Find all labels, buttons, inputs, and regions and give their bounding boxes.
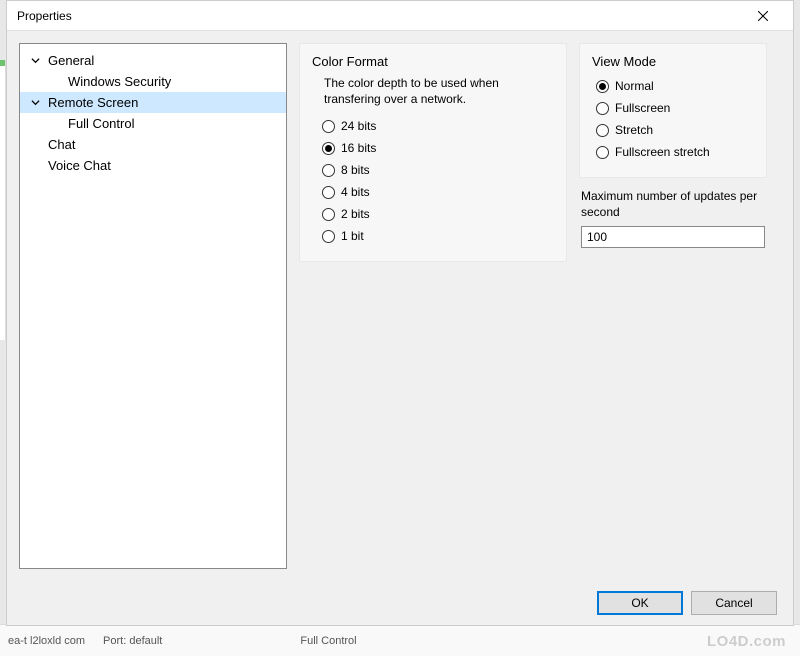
window-title: Properties <box>17 9 72 23</box>
radio-icon <box>596 146 609 159</box>
color-format-option-16-bits[interactable]: 16 bits <box>312 137 554 159</box>
color-format-option-24-bits[interactable]: 24 bits <box>312 115 554 137</box>
nav-tree: General Windows Security Remote Screen Full… <box>19 43 287 569</box>
cancel-button[interactable]: Cancel <box>691 591 777 615</box>
radio-label: Stretch <box>615 123 653 137</box>
tree-item-chat[interactable]: Chat <box>20 134 286 155</box>
radio-icon <box>322 142 335 155</box>
tree-item-full-control[interactable]: Full Control <box>20 113 286 134</box>
radio-label: Normal <box>615 79 654 93</box>
button-bar: OK Cancel <box>7 581 793 625</box>
ok-button[interactable]: OK <box>597 591 683 615</box>
tree-item-label: Voice Chat <box>42 158 111 173</box>
radio-icon <box>322 164 335 177</box>
color-format-title: Color Format <box>312 54 554 69</box>
radio-label: Fullscreen <box>615 101 670 115</box>
color-format-description: The color depth to be used when transfer… <box>324 75 524 107</box>
color-format-option-8-bits[interactable]: 8 bits <box>312 159 554 181</box>
color-format-option-1-bit[interactable]: 1 bit <box>312 225 554 247</box>
radio-label: 16 bits <box>341 141 376 155</box>
radio-label: 2 bits <box>341 207 370 221</box>
watermark: LO4D.com <box>707 633 786 650</box>
radio-icon <box>322 208 335 221</box>
close-button[interactable] <box>743 2 783 30</box>
tree-item-voice-chat[interactable]: Voice Chat <box>20 155 286 176</box>
radio-icon <box>596 124 609 137</box>
radio-icon <box>322 186 335 199</box>
radio-label: 1 bit <box>341 229 364 243</box>
expander-icon <box>28 56 42 65</box>
titlebar: Properties <box>7 1 793 31</box>
view-mode-option-stretch[interactable]: Stretch <box>592 119 754 141</box>
radio-icon <box>322 230 335 243</box>
bg-status-mode: Full Control <box>300 635 356 647</box>
radio-label: Fullscreen stretch <box>615 145 710 159</box>
tree-item-label: Windows Security <box>64 74 171 89</box>
radio-icon <box>596 102 609 115</box>
view-mode-group: View Mode Normal Fullscreen Stretch Fullscr… <box>579 43 767 178</box>
view-mode-option-fullscreen-stretch[interactable]: Fullscreen stretch <box>592 141 754 163</box>
max-updates-label: Maximum number of updates per second <box>581 188 765 220</box>
settings-pane: Color Format The color depth to be used … <box>299 43 781 569</box>
view-mode-option-normal[interactable]: Normal <box>592 75 754 97</box>
background-status-bar: ea-t l2loxld com Port: default Full Cont… <box>0 624 800 656</box>
right-column: View Mode Normal Fullscreen Stretch Fullscr… <box>579 43 767 248</box>
radio-icon <box>596 80 609 93</box>
tree-item-windows-security[interactable]: Windows Security <box>20 71 286 92</box>
tree-item-label: General <box>42 53 94 68</box>
properties-dialog: Properties General Windows Security Remote… <box>6 0 794 626</box>
max-updates-input[interactable] <box>581 226 765 248</box>
color-format-option-4-bits[interactable]: 4 bits <box>312 181 554 203</box>
radio-label: 4 bits <box>341 185 370 199</box>
radio-icon <box>322 120 335 133</box>
tree-item-remote-screen[interactable]: Remote Screen <box>20 92 286 113</box>
tree-item-label: Chat <box>42 137 75 152</box>
close-icon <box>758 11 768 21</box>
content-area: General Windows Security Remote Screen Full… <box>7 31 793 581</box>
max-updates-section: Maximum number of updates per second <box>579 188 767 248</box>
bg-status-port: Port: default <box>103 635 162 647</box>
expander-icon <box>28 98 42 107</box>
color-format-group: Color Format The color depth to be used … <box>299 43 567 262</box>
view-mode-option-fullscreen[interactable]: Fullscreen <box>592 97 754 119</box>
view-mode-title: View Mode <box>592 54 754 69</box>
radio-label: 8 bits <box>341 163 370 177</box>
bg-status-host: ea-t l2loxld com <box>8 635 85 647</box>
color-format-option-2-bits[interactable]: 2 bits <box>312 203 554 225</box>
tree-item-label: Remote Screen <box>42 95 138 110</box>
radio-label: 24 bits <box>341 119 376 133</box>
tree-item-general[interactable]: General <box>20 50 286 71</box>
tree-item-label: Full Control <box>64 116 134 131</box>
